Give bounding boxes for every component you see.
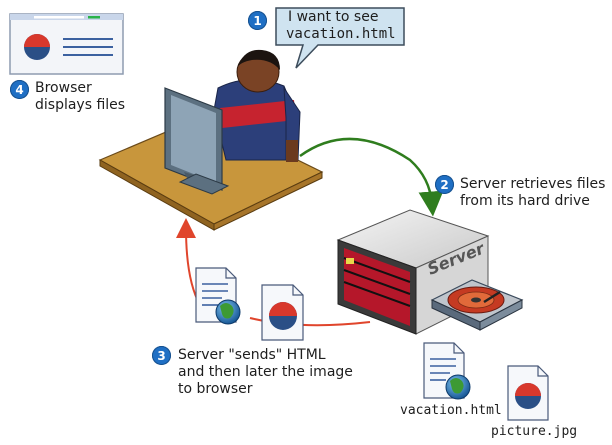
step-3-line-1: Server "sends" HTML [178,347,326,363]
image-file-label: picture.jpg [491,424,578,439]
image-file-icon [507,365,549,421]
step-2-line-1: Server retrieves files [460,176,606,192]
step-4-line-1: Browser [35,80,92,96]
pie-chart-icon [261,284,304,341]
step-1-line-1: I want to see [288,9,379,25]
step-3-line-3: to browser [178,381,253,397]
browser-window-icon [9,13,124,75]
html-file-label: vacation.html [400,403,502,418]
html-file-icon [423,342,471,400]
step-4-badge: 4 [10,80,29,99]
step-4-line-2: displays files [35,97,126,113]
step-2-line-2: from its hard drive [460,193,590,209]
step-3-badge: 3 [152,346,171,365]
step-1-badge: 1 [248,11,267,30]
step-2-badge: 2 [435,175,454,194]
step-3-line-2: and then later the image [178,364,353,380]
globe-icon [215,299,241,325]
step-1-line-2: vacation.html [286,26,396,42]
person-icon [213,49,301,162]
